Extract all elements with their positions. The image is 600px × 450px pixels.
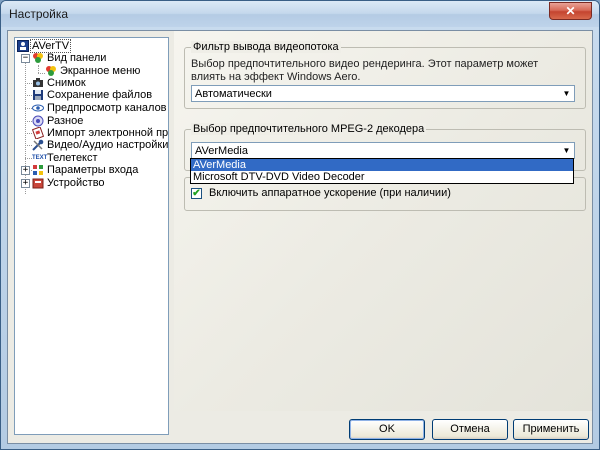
expand-icon: + — [22, 178, 29, 188]
panel-view-icon — [32, 52, 44, 64]
epg-import-icon — [31, 126, 45, 140]
snapshot-camera-icon — [32, 77, 44, 89]
settings-content-pane: Фильтр вывода видеопотока Выбор предпочт… — [174, 31, 592, 411]
video-filter-select[interactable]: Автоматически ▼ — [191, 85, 575, 102]
video-filter-value: Автоматически — [195, 88, 272, 100]
eye-icon — [32, 102, 44, 114]
tree-item-device[interactable]: Устройство — [32, 177, 105, 190]
teletext-icon: TEXT — [32, 155, 48, 161]
close-icon: ✕ — [565, 4, 576, 18]
mpeg-decoder-option[interactable]: Microsoft DTV-DVD Video Decoder — [191, 171, 573, 183]
hw-accel-label[interactable]: Включить аппаратное ускорение (при налич… — [209, 187, 451, 199]
tree-item-panel-view[interactable]: Вид панели — [32, 52, 106, 65]
tree-item-video-audio-settings[interactable]: Видео/Аудио настройки — [32, 139, 168, 152]
ok-button[interactable]: OK — [349, 419, 425, 440]
dialog-client-area: AVerTV − Вид панели Экранное меню Снимок — [7, 30, 593, 444]
tree-expander-input-params[interactable]: + — [21, 166, 30, 175]
tree-item-channel-preview[interactable]: Предпросмотр каналов — [32, 102, 167, 115]
settings-tree[interactable]: AVerTV − Вид панели Экранное меню Снимок — [14, 37, 169, 435]
mpeg-decoder-option[interactable]: AVerMedia — [191, 159, 573, 171]
video-filter-legend: Фильтр вывода видеопотока — [191, 41, 341, 53]
tree-expander-device[interactable]: + — [21, 179, 30, 188]
hw-accel-checkbox[interactable]: ✔ — [191, 188, 202, 199]
title-bar[interactable]: Настройка ✕ — [1, 1, 599, 27]
avertv-app-icon — [17, 40, 29, 52]
window-title: Настройка — [9, 7, 69, 21]
mpeg-decoder-legend: Выбор предпочтительного MPEG-2 декодера — [191, 123, 427, 135]
tools-icon — [32, 139, 44, 151]
video-filter-description: Выбор предпочтительного видео рендеринга… — [191, 58, 539, 83]
settings-window: Настройка ✕ AVerTV − Вид панели Экранное… — [0, 0, 600, 450]
tree-item-file-saving[interactable]: Сохранение файлов — [32, 89, 152, 102]
tree-item-input-params[interactable]: Параметры входа — [32, 164, 138, 177]
chevron-down-icon[interactable]: ▼ — [559, 86, 574, 101]
apply-button[interactable]: Применить — [513, 419, 589, 440]
misc-gear-icon — [32, 115, 44, 127]
tree-expander-panel-view[interactable]: − — [21, 54, 30, 63]
mpeg-decoder-select[interactable]: AVerMedia ▼ — [191, 142, 575, 159]
expand-icon: + — [22, 165, 29, 175]
osd-menu-icon — [45, 65, 57, 77]
mpeg-decoder-value: AVerMedia — [195, 145, 248, 157]
checkmark-icon: ✔ — [192, 188, 201, 199]
close-button[interactable]: ✕ — [549, 2, 592, 20]
collapse-icon: − — [22, 53, 29, 63]
input-params-icon — [32, 164, 44, 176]
save-disk-icon — [32, 89, 44, 101]
device-icon — [32, 177, 44, 189]
mpeg-decoder-dropdown-list[interactable]: AVerMedia Microsoft DTV-DVD Video Decode… — [190, 158, 574, 184]
cancel-button[interactable]: Отмена — [432, 419, 508, 440]
video-filter-group: Фильтр вывода видеопотока Выбор предпочт… — [184, 41, 586, 109]
chevron-down-icon[interactable]: ▼ — [559, 143, 574, 158]
